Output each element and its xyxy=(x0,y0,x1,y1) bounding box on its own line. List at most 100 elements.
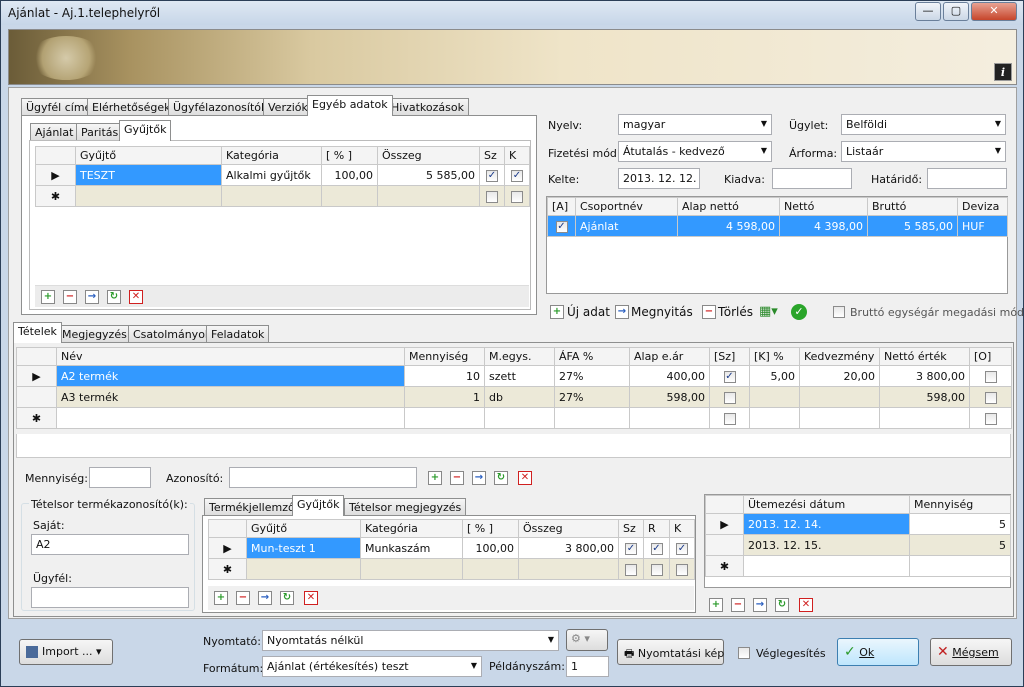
csoport-grid[interactable]: [A] Csoportnév Alap nettó Nettó Bruttó Deviza… xyxy=(547,197,1008,237)
kiadva-date[interactable] xyxy=(772,168,852,189)
move-icon[interactable]: → xyxy=(753,598,767,612)
table-row[interactable]: ▶ TESZT Alkalmi gyűjtők 100,00 5 585,00 … xyxy=(35,164,530,186)
uj-adat-button[interactable]: Új adat xyxy=(567,305,610,319)
nyomtato-select[interactable]: Nyomtatás nélkül xyxy=(262,630,559,651)
ok-button[interactable]: ✓ Ok xyxy=(837,638,919,666)
title-bar[interactable]: Ajánlat - Aj.1.telephelyről — ▢ ✕ xyxy=(1,1,1023,25)
move-icon[interactable]: → xyxy=(85,290,99,304)
o-checkbox[interactable] xyxy=(984,391,997,404)
tab-paritas[interactable]: Paritás xyxy=(76,123,124,141)
add-row-icon[interactable]: + xyxy=(41,290,55,304)
veglegesites-checkbox[interactable] xyxy=(738,647,750,659)
lower-gyujto-grid[interactable]: Gyűjtő Kategória[ % ] Összeg Sz R K ▶ Mun-tes… xyxy=(208,519,695,580)
new-row[interactable]: ✱ xyxy=(35,185,530,207)
megnyitas-button[interactable]: Megnyitás xyxy=(631,305,693,319)
cancel-icon[interactable]: ✕ xyxy=(799,598,813,612)
o-checkbox[interactable] xyxy=(984,370,997,383)
a-checkbox[interactable]: ✓ xyxy=(555,220,568,233)
tab-ugyfelazonositok[interactable]: Ügyfélazonosítók xyxy=(168,98,273,116)
tab-tetelek[interactable]: Tételek xyxy=(13,322,62,343)
kelte-date[interactable]: 2013. 12. 12. xyxy=(618,168,700,189)
tab-feladatok[interactable]: Feladatok xyxy=(206,325,270,343)
tab-verziok[interactable]: Verziók xyxy=(263,98,313,116)
refresh-icon[interactable]: ↻ xyxy=(280,591,294,605)
refresh-icon[interactable]: ↻ xyxy=(775,598,789,612)
azonosito-filter[interactable] xyxy=(229,467,417,488)
import-icon xyxy=(26,646,38,658)
grid-icon[interactable]: ▦▾ xyxy=(759,304,778,319)
fizetesi-mod-select[interactable]: Átutalás - kedvező xyxy=(618,141,772,162)
tab-ugyfel-cime[interactable]: Ügyfél címe xyxy=(21,98,97,116)
hatarido-date[interactable] xyxy=(927,168,1007,189)
tab-gyujtok[interactable]: Gyűjtők xyxy=(119,120,172,141)
delete-icon: − xyxy=(702,305,716,319)
table-row[interactable]: 2013. 12. 15. 5 xyxy=(705,534,1011,556)
table-row[interactable]: ▶ A2 termék 10 szett 27% 400,00 ✓ 5,00 2… xyxy=(16,365,1012,387)
new-row-icon: ✱ xyxy=(35,185,76,207)
table-row[interactable]: ✓ Ajánlat 4 598,00 4 398,00 5 585,00 HUF xyxy=(547,215,1008,237)
cancel-icon[interactable]: ✕ xyxy=(304,591,318,605)
new-row-icon: ✱ xyxy=(16,407,57,429)
schedule-grid[interactable]: Ütemezési dátum Mennyiség ▶ 2013. 12. 14.… xyxy=(705,495,1011,577)
megsem-button[interactable]: ✕ Mégsem xyxy=(930,638,1012,666)
tab-lower-gyujtok[interactable]: Gyűjtők xyxy=(292,495,345,516)
tetelek-grid[interactable]: Név Mennyiség M.egys. ÁFA % Alap e.ár [Sz] [K]… xyxy=(16,347,1012,429)
printer-settings-button[interactable]: ⚙ ▾ xyxy=(566,629,608,651)
open-icon: → xyxy=(615,305,629,319)
add-row-icon[interactable]: + xyxy=(709,598,723,612)
sz-checkbox[interactable] xyxy=(723,391,736,404)
cancel-icon[interactable]: ✕ xyxy=(518,471,532,485)
cancel-icon[interactable]: ✕ xyxy=(129,290,143,304)
torles-button[interactable]: Törlés xyxy=(718,305,753,319)
r-checkbox[interactable]: ✓ xyxy=(650,542,663,555)
k-checkbox[interactable]: ✓ xyxy=(511,169,523,182)
add-row-icon[interactable]: + xyxy=(214,591,228,605)
new-row[interactable]: ✱ xyxy=(705,555,1011,577)
delete-row-icon[interactable]: − xyxy=(236,591,250,605)
window: Ajánlat - Aj.1.telephelyről — ▢ ✕ i Ügyf… xyxy=(0,0,1024,687)
new-row[interactable]: ✱ xyxy=(16,407,1012,429)
add-row-icon[interactable]: + xyxy=(428,471,442,485)
move-icon[interactable]: → xyxy=(258,591,272,605)
tab-elerhetosegek[interactable]: Elérhetőségek xyxy=(87,98,176,116)
tab-tetelsor-megjegyzes[interactable]: Tételsor megjegyzés xyxy=(344,498,467,516)
tab-csatolmanyok[interactable]: Csatolmányok xyxy=(128,325,217,343)
sz-checkbox[interactable]: ✓ xyxy=(486,169,498,182)
close-button[interactable]: ✕ xyxy=(971,2,1017,21)
table-row[interactable]: A3 termék 1 db 27% 598,00 598,00 xyxy=(16,386,1012,408)
sz-checkbox[interactable]: ✓ xyxy=(723,370,736,383)
mennyiseg-filter[interactable] xyxy=(89,467,151,488)
tab-megjegyzes[interactable]: Megjegyzés xyxy=(57,325,132,343)
table-row[interactable]: ▶ Mun-teszt 1 Munkaszám 100,00 3 800,00 … xyxy=(208,537,695,559)
refresh-icon[interactable]: ↻ xyxy=(494,471,508,485)
peldanyszam-stepper[interactable]: 1 xyxy=(566,656,609,677)
move-icon[interactable]: → xyxy=(472,471,486,485)
table-row[interactable]: ▶ 2013. 12. 14. 5 xyxy=(705,513,1011,535)
k-checkbox[interactable]: ✓ xyxy=(676,542,688,555)
group-actions: + Új adat → Megnyitás − Törlés ▦▾ ✓ Brut… xyxy=(550,303,1024,321)
delete-row-icon[interactable]: − xyxy=(731,598,745,612)
check-circle-icon[interactable]: ✓ xyxy=(791,304,807,320)
new-row[interactable]: ✱ xyxy=(208,558,695,580)
delete-row-icon[interactable]: − xyxy=(450,471,464,485)
ugyfel-input[interactable] xyxy=(31,587,189,608)
nyomtatasi-kep-button[interactable]: 🖶 Nyomtatási kép xyxy=(617,639,724,665)
import-button[interactable]: Import ... ▾ xyxy=(19,639,113,665)
tab-egyeb-adatok[interactable]: Egyéb adatok xyxy=(307,95,393,116)
refresh-icon[interactable]: ↻ xyxy=(107,290,121,304)
nyelv-select[interactable]: magyar xyxy=(618,114,772,135)
tab-hivatkozasok[interactable]: Hivatkozások xyxy=(386,98,469,116)
maximize-button[interactable]: ▢ xyxy=(943,2,969,21)
formatum-select[interactable]: Ajánlat (értékesítés) teszt xyxy=(262,656,482,677)
tab-termekjellemzok[interactable]: Termékjellemzők xyxy=(204,498,307,516)
delete-row-icon[interactable]: − xyxy=(63,290,77,304)
sz-checkbox[interactable]: ✓ xyxy=(625,542,637,555)
minimize-button[interactable]: — xyxy=(915,2,941,21)
arforma-select[interactable]: Listaár xyxy=(841,141,1006,162)
tab-ajanlat[interactable]: Ajánlat xyxy=(30,123,79,141)
info-icon[interactable]: i xyxy=(994,63,1012,81)
sajat-input[interactable]: A2 xyxy=(31,534,189,555)
ugylet-select[interactable]: Belföldi xyxy=(841,114,1006,135)
gyujto-grid[interactable]: Gyűjtő Kategória[ % ] Összeg Sz K ▶ TESZT Al… xyxy=(35,146,530,207)
brutto-mod-checkbox[interactable] xyxy=(833,306,845,318)
